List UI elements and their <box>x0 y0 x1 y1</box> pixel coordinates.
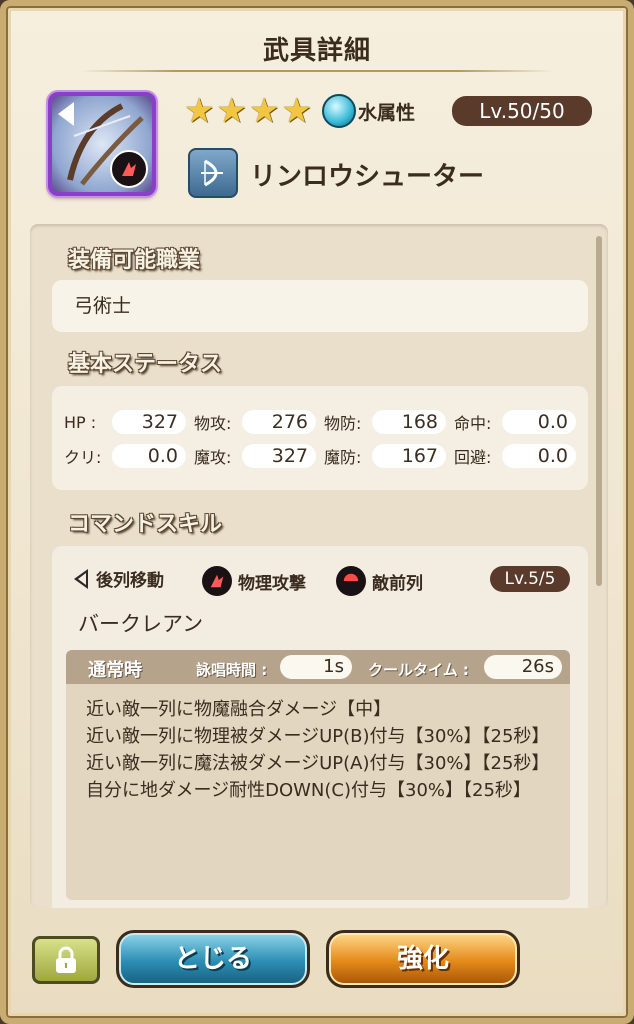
close-button[interactable]: とじる <box>116 930 310 988</box>
enhance-button[interactable]: 強化 <box>326 930 520 988</box>
stat-hp: HP :327 <box>64 410 194 434</box>
command-skill-title: コマンドスキル <box>68 512 223 537</box>
cool-time-value: 26s <box>484 655 562 679</box>
skill-level-badge: Lv.5/5 <box>490 566 570 592</box>
skill-name: バークレアン <box>78 612 204 636</box>
normal-state-header: 通常時 詠唱時間 : 1s クールタイム : 26s <box>66 650 570 684</box>
skill-tag-physical: 物理攻撃 <box>202 566 306 596</box>
equip-jobs-title: 装備可能職業 <box>68 248 201 273</box>
stat-crit: クリ: 0.0 <box>64 444 194 468</box>
stat-mag-def: 魔防: 167 <box>324 444 454 468</box>
physical-attack-icon <box>202 566 232 596</box>
skill-description: 近い敵一列に物魔融合ダメージ【中】 近い敵一列に物理被ダメージUP(B)付与【3… <box>66 684 570 900</box>
stat-evasion: 回避: 0.0 <box>454 444 584 468</box>
stat-row: クリ: 0.0 魔攻: 327 魔防: 167 回避: 0.0 <box>64 444 584 468</box>
star-icon: ★ <box>281 91 312 131</box>
bow-type-icon <box>188 148 238 198</box>
weapon-image <box>48 92 156 196</box>
skill-tag-target: 敵前列 <box>336 566 423 596</box>
cast-time-label: 詠唱時間 : <box>196 661 268 679</box>
star-icon: ★ <box>184 91 215 131</box>
back-row-move-icon <box>58 102 74 126</box>
title-divider <box>80 70 554 72</box>
base-status-box: HP :327 物攻: 276 物防: 168 命中: 0.0 クリ: 0.0 魔攻: 3… <box>52 386 588 490</box>
panel-scrollbar[interactable] <box>596 236 602 586</box>
lock-button[interactable] <box>32 936 100 984</box>
base-status-title: 基本ステータス <box>68 352 223 377</box>
skill-effect-line: 近い敵一列に魔法被ダメージUP(A)付与【30%】【25秒】 <box>86 753 550 774</box>
element-label: 水属性 <box>358 102 416 124</box>
back-row-move-icon <box>74 568 88 589</box>
command-skill-box: 後列移動 物理攻撃 敵前列 Lv.5/5 バークレアン 通常時 詠唱時間 : 1… <box>52 546 588 908</box>
physical-attack-icon <box>110 150 148 188</box>
water-element-icon <box>322 94 356 128</box>
enemy-front-row-icon <box>336 566 366 596</box>
stat-phys-atk: 物攻: 276 <box>194 410 324 434</box>
skill-effect-line: 近い敵一列に物理被ダメージUP(B)付与【30%】【25秒】 <box>86 726 550 747</box>
stat-mag-atk: 魔攻: 327 <box>194 444 324 468</box>
star-icon: ★ <box>216 91 247 131</box>
skill-tag-back-row: 後列移動 <box>74 566 164 591</box>
equip-jobs-value: 弓術士 <box>52 280 588 332</box>
cast-time-value: 1s <box>280 655 352 679</box>
rarity-stars: ★ ★ ★ ★ <box>184 94 312 128</box>
star-icon: ★ <box>248 91 280 131</box>
lock-icon <box>56 946 76 973</box>
weapon-level-badge: Lv.50/50 <box>452 96 592 126</box>
details-panel[interactable]: 装備可能職業 弓術士 基本ステータス HP :327 物攻: 276 物防: 168… <box>30 224 608 908</box>
stat-phys-def: 物防: 168 <box>324 410 454 434</box>
skill-effect-line: 自分に地ダメージ耐性DOWN(C)付与【30%】【25秒】 <box>86 780 531 801</box>
normal-state-label: 通常時 <box>88 660 142 681</box>
stat-row: HP :327 物攻: 276 物防: 168 命中: 0.0 <box>64 410 584 434</box>
weapon-name: リンロウシューター <box>250 162 485 192</box>
skill-effect-line: 近い敵一列に物魔融合ダメージ【中】 <box>86 699 392 720</box>
stat-accuracy: 命中: 0.0 <box>454 410 584 434</box>
cool-time-label: クールタイム : <box>368 661 469 679</box>
page-title: 武具詳細 <box>262 36 371 66</box>
